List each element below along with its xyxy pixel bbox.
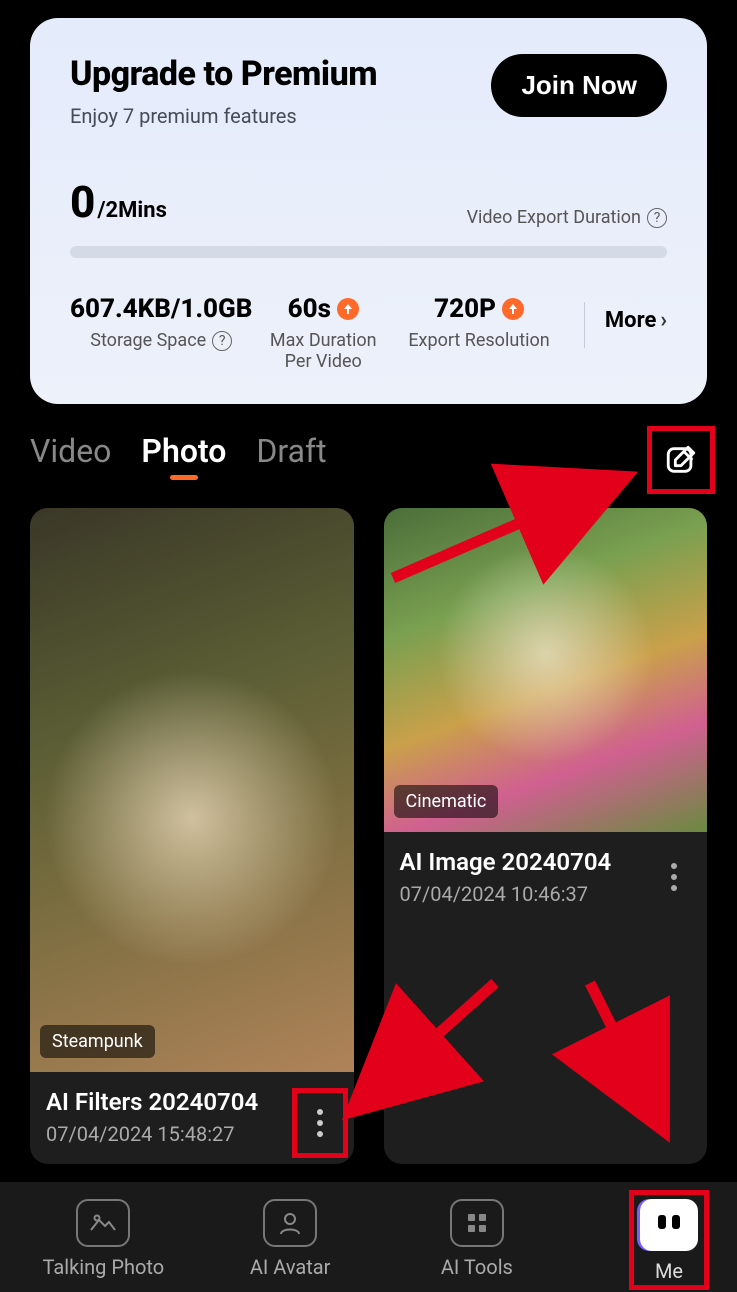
grid-icon (450, 1199, 504, 1247)
divider (584, 302, 585, 348)
export-duration-progress (70, 246, 667, 258)
card-thumbnail: Cinematic (384, 508, 708, 832)
max-duration-value: 60s (288, 294, 331, 324)
stat-resolution: 720P Export Resolution (394, 294, 564, 351)
tab-draft[interactable]: Draft (256, 432, 326, 470)
nav-talking-photo[interactable]: Talking Photo (28, 1199, 178, 1279)
export-duration-label: Video Export Duration (467, 207, 641, 228)
nav-label: AI Avatar (250, 1255, 331, 1279)
highlight-more (292, 1088, 348, 1158)
image-icon (76, 1199, 130, 1247)
avatar-icon (263, 1199, 317, 1247)
more-vertical-icon (316, 1108, 324, 1138)
card-title: AI Image 20240704 (400, 848, 612, 876)
card-thumbnail: Steampunk (30, 508, 354, 1072)
compose-button[interactable] (656, 435, 706, 485)
card-date: 07/04/2024 10:46:37 (400, 882, 612, 906)
nav-label: Talking Photo (43, 1255, 165, 1279)
card-title: AI Filters 20240704 (46, 1088, 258, 1116)
gallery-card[interactable]: Steampunk AI Filters 20240704 07/04/2024… (30, 508, 354, 1164)
stat-storage: 607.4KB/1.0GB Storage Space ? (70, 294, 252, 351)
export-duration-used: 0 /2Mins (70, 176, 167, 228)
style-badge: Cinematic (394, 785, 499, 818)
storage-label: Storage Space (90, 330, 206, 351)
export-duration-label-row: Video Export Duration ? (467, 207, 667, 228)
card-date: 07/04/2024 15:48:27 (46, 1122, 258, 1146)
me-icon (640, 1199, 698, 1251)
upgrade-icon[interactable] (502, 298, 524, 320)
nav-label: AI Tools (441, 1255, 513, 1279)
nav-ai-tools[interactable]: AI Tools (402, 1199, 552, 1279)
duration-used-value: 0 (70, 176, 95, 228)
card-more-button[interactable] (657, 854, 691, 900)
content-tabs: Video Photo Draft (30, 432, 707, 470)
premium-title: Upgrade to Premium (70, 54, 377, 94)
chevron-right-icon: › (660, 308, 667, 333)
storage-value: 607.4KB/1.0GB (70, 294, 252, 324)
max-duration-label-1: Max Duration (270, 330, 377, 351)
premium-card: Upgrade to Premium Enjoy 7 premium featu… (30, 18, 707, 404)
nav-label: Me (655, 1259, 683, 1283)
resolution-value: 720P (434, 294, 496, 324)
resolution-label: Export Resolution (394, 330, 564, 351)
bottom-nav: Talking Photo AI Avatar AI Tools (0, 1182, 737, 1292)
more-label: More (605, 308, 656, 333)
gallery-card[interactable]: Cinematic AI Image 20240704 07/04/2024 1… (384, 508, 708, 1164)
compose-icon (664, 443, 698, 477)
stat-max-duration: 60s Max Duration Per Video (252, 294, 394, 372)
more-vertical-icon (670, 862, 678, 892)
premium-subtitle: Enjoy 7 premium features (70, 104, 377, 128)
tab-video[interactable]: Video (30, 432, 111, 470)
card-more-button[interactable] (299, 1095, 341, 1151)
help-icon[interactable]: ? (212, 331, 232, 351)
nav-me[interactable]: Me (640, 1199, 698, 1283)
highlight-compose (647, 426, 715, 494)
upgrade-icon[interactable] (337, 298, 359, 320)
max-duration-label-2: Per Video (285, 351, 362, 372)
tab-photo[interactable]: Photo (141, 432, 226, 470)
nav-ai-avatar[interactable]: AI Avatar (215, 1199, 365, 1279)
duration-limit-value: /2Mins (97, 198, 167, 223)
help-icon[interactable]: ? (647, 208, 667, 228)
join-now-button[interactable]: Join Now (491, 54, 667, 117)
more-link[interactable]: More › (605, 308, 667, 333)
highlight-me: Me (629, 1190, 709, 1290)
style-badge: Steampunk (40, 1025, 155, 1058)
gallery: Steampunk AI Filters 20240704 07/04/2024… (30, 508, 707, 1164)
